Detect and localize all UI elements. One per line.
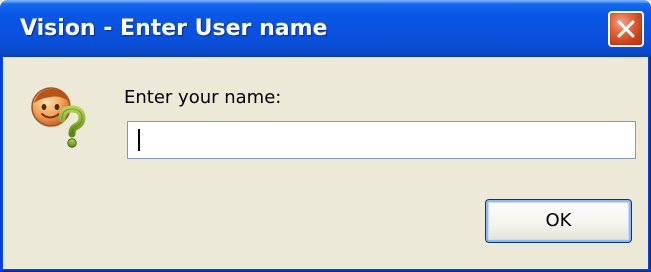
window-title: Vision - Enter User name bbox=[20, 16, 328, 41]
name-input[interactable] bbox=[127, 121, 636, 159]
dialog-window: Vision - Enter User name Enter your name… bbox=[0, 0, 651, 272]
user-question-icon bbox=[31, 87, 86, 148]
dialog-body: Enter your name: OK bbox=[3, 57, 648, 269]
name-prompt-label: Enter your name: bbox=[124, 87, 282, 108]
text-caret bbox=[138, 129, 140, 151]
close-icon bbox=[617, 20, 635, 38]
close-button[interactable] bbox=[608, 11, 644, 47]
title-bar[interactable]: Vision - Enter User name bbox=[0, 0, 651, 57]
ok-button[interactable]: OK bbox=[485, 199, 632, 243]
